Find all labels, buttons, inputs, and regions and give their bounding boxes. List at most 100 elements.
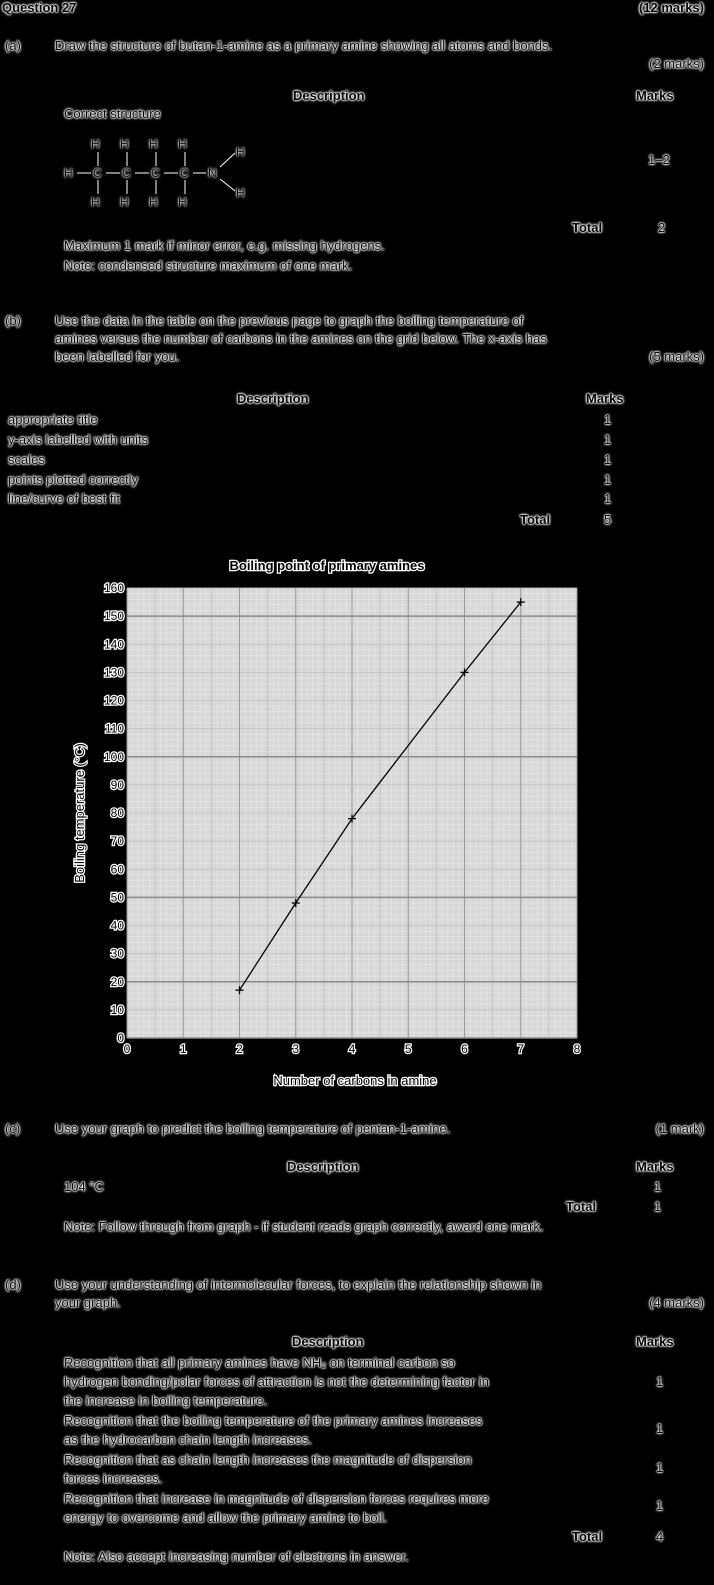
part-b-row-desc: scales bbox=[8, 452, 45, 467]
part-b-marks-header: Marks bbox=[586, 391, 624, 406]
part-d-row1-mark: 1 bbox=[656, 1374, 664, 1389]
part-c-total-label: Total bbox=[566, 1199, 597, 1214]
part-d-total: 4 bbox=[656, 1529, 664, 1544]
part-b-row-desc: points plotted correctly bbox=[8, 472, 139, 487]
chart-title: Boiling point of primary amines bbox=[229, 558, 424, 573]
y-tick-label: 160 bbox=[104, 581, 124, 595]
part-d-row4-line: energy to overcome and allow the primary… bbox=[64, 1510, 387, 1525]
part-b-prompt-1: Use the data in the table on the previou… bbox=[55, 313, 524, 328]
y-tick-label: 90 bbox=[111, 778, 125, 792]
part-d-note: Note: Also accept increasing number of e… bbox=[64, 1549, 409, 1564]
struct-c: C bbox=[151, 166, 160, 180]
part-a-total: 2 bbox=[658, 220, 666, 235]
part-c-marks-header: Marks bbox=[636, 1159, 674, 1174]
x-tick-label: 6 bbox=[461, 1042, 468, 1056]
y-tick-label: 10 bbox=[111, 1003, 125, 1017]
part-b-row-mark: 1 bbox=[604, 432, 612, 447]
part-d-marks: (4 marks) bbox=[649, 1295, 704, 1310]
part-b-prompt-2: amines versus the number of carbons in t… bbox=[55, 331, 547, 346]
y-tick-label: 50 bbox=[111, 890, 125, 904]
part-b-label: (b) bbox=[5, 313, 21, 328]
y-axis-label: Boiling temperature (°C) bbox=[72, 743, 87, 883]
y-tick-label: 100 bbox=[104, 750, 124, 764]
part-c-label: (c) bbox=[5, 1121, 21, 1136]
part-d-row3-line: forces increases. bbox=[64, 1471, 163, 1486]
part-d-label: (d) bbox=[5, 1277, 21, 1292]
part-b-total: 5 bbox=[604, 512, 612, 527]
part-b-row-desc: line/curve of best fit bbox=[8, 491, 120, 506]
part-d-row1-line: the increase in boiling temperature. bbox=[64, 1393, 268, 1408]
part-a-marks: (2 marks) bbox=[649, 56, 704, 71]
part-c-row1: 104 °C bbox=[64, 1179, 104, 1194]
y-tick-label: 110 bbox=[105, 722, 124, 736]
part-d-row2-line: as the hydrocarbon chain length increase… bbox=[64, 1432, 312, 1447]
question-total-marks: (12 marks) bbox=[638, 0, 704, 15]
part-c-desc-header: Description bbox=[287, 1159, 359, 1174]
struct-h: H bbox=[149, 137, 158, 151]
x-tick-label: 7 bbox=[517, 1042, 524, 1056]
struct-h: H bbox=[178, 195, 187, 209]
part-c-row1-marks: 1 bbox=[654, 1179, 662, 1194]
part-a-prompt: Draw the structure of butan-1-amine as a… bbox=[55, 38, 553, 53]
struct-h: H bbox=[120, 137, 129, 151]
x-tick-labels: 0 1 2 3 4 5 6 7 8 bbox=[122, 1041, 582, 1058]
y-tick-label: 150 bbox=[104, 609, 124, 623]
struct-h: H bbox=[64, 166, 73, 180]
x-tick-label: 4 bbox=[349, 1042, 356, 1056]
part-b-row-desc: y-axis labelled with units bbox=[8, 432, 149, 447]
question-title: Question 27 bbox=[2, 0, 77, 15]
y-tick-label: 80 bbox=[111, 806, 125, 820]
part-d-row3-mark: 1 bbox=[656, 1460, 664, 1475]
part-d-total-label: Total bbox=[572, 1529, 603, 1544]
part-d-row1-line: Recognition that all primary amines have… bbox=[64, 1355, 455, 1370]
x-tick-label: 2 bbox=[236, 1042, 243, 1056]
part-b-desc-header: Description bbox=[237, 391, 309, 406]
part-a-label: (a) bbox=[5, 38, 21, 53]
part-c-total: 1 bbox=[654, 1199, 662, 1214]
y-tick-label: 20 bbox=[111, 975, 125, 989]
part-d-row2-mark: 1 bbox=[656, 1421, 664, 1436]
part-b-prompt-3: been labelled for you. bbox=[55, 349, 180, 364]
y-tick-label: 40 bbox=[111, 919, 125, 933]
part-d-prompt-1: Use your understanding of intermolecular… bbox=[55, 1277, 542, 1292]
x-tick-label: 0 bbox=[124, 1042, 131, 1056]
x-tick-label: 1 bbox=[180, 1042, 187, 1056]
part-b-row-mark: 1 bbox=[604, 472, 612, 487]
struct-n: N bbox=[208, 166, 217, 180]
boiling-point-chart: Boiling point of primary amines 0 10 20 30 4… bbox=[71, 557, 582, 1090]
part-b-row-mark: 1 bbox=[604, 491, 612, 506]
struct-h: H bbox=[91, 137, 100, 151]
part-b-marks: (5 marks) bbox=[649, 349, 704, 364]
part-d-row1-line: hydrogen bonding/polar forces of attract… bbox=[64, 1374, 489, 1389]
part-d-row4-mark: 1 bbox=[656, 1498, 664, 1513]
y-tick-label: 140 bbox=[104, 637, 124, 651]
part-a-desc-header: Description bbox=[293, 88, 365, 103]
struct-c: C bbox=[180, 166, 189, 180]
part-d-row3-line: Recognition that as chain length increas… bbox=[64, 1452, 472, 1467]
struct-c: C bbox=[122, 166, 131, 180]
part-d-row4-line: Recognition that increase in magnitude o… bbox=[64, 1491, 489, 1506]
struct-h: H bbox=[236, 186, 245, 200]
part-a-note-2: Note: condensed structure maximum of one… bbox=[64, 258, 353, 273]
part-a-total-label: Total bbox=[572, 220, 603, 235]
part-a-row1-marks: 1–2 bbox=[648, 152, 670, 167]
part-d-marks-header: Marks bbox=[636, 1334, 674, 1349]
part-b-row-mark: 1 bbox=[604, 412, 612, 427]
part-a-note-1: Maximum 1 mark if minor error, e.g. miss… bbox=[64, 238, 385, 253]
struct-h: H bbox=[149, 195, 158, 209]
struct-h: H bbox=[178, 137, 187, 151]
part-c-note: Note: Follow through from graph - if stu… bbox=[64, 1219, 544, 1234]
part-c-prompt: Use your graph to predict the boiling te… bbox=[55, 1121, 451, 1136]
part-a-marks-header: Marks bbox=[636, 88, 674, 103]
part-b-row-desc: appropriate title bbox=[8, 412, 98, 427]
x-tick-label: 3 bbox=[292, 1042, 299, 1056]
x-tick-label: 8 bbox=[574, 1042, 581, 1056]
struct-h: H bbox=[120, 195, 129, 209]
part-a-row1: Correct structure bbox=[64, 106, 161, 121]
part-b-total-label: Total bbox=[520, 512, 551, 527]
x-axis-label: Number of carbons in amine bbox=[273, 1073, 436, 1088]
y-tick-label: 30 bbox=[111, 947, 125, 961]
struct-h: H bbox=[236, 145, 245, 159]
part-b-row-mark: 1 bbox=[604, 452, 612, 467]
y-tick-labels: 0102030405060708090100110120130140150160 bbox=[103, 580, 126, 1047]
